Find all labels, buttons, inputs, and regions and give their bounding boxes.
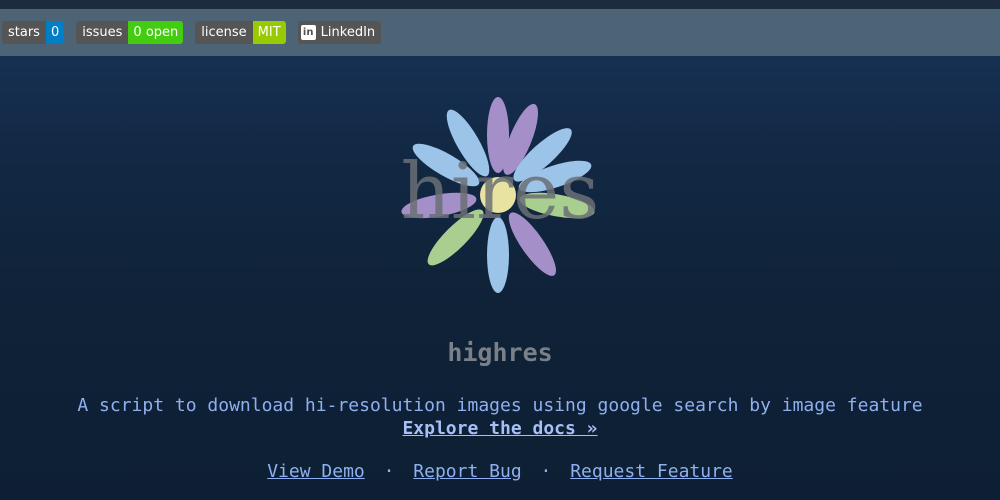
issues-badge-value: 0 open	[128, 21, 184, 44]
stars-badge-label: stars	[2, 21, 46, 44]
link-separator: ·	[383, 461, 395, 482]
issues-badge-label: issues	[76, 21, 129, 44]
view-demo-link[interactable]: View Demo	[267, 461, 365, 482]
license-badge[interactable]: license MIT	[195, 21, 286, 44]
project-logo[interactable]: hires	[385, 88, 615, 298]
project-description: A script to download hi-resolution image…	[77, 395, 923, 416]
linkedin-badge[interactable]: in LinkedIn	[297, 21, 382, 44]
badge-bar: stars 0 issues 0 open license MIT in Lin…	[0, 9, 1000, 56]
report-bug-link[interactable]: Report Bug	[413, 461, 521, 482]
stars-badge-value: 0	[45, 21, 65, 44]
license-badge-value: MIT	[252, 21, 286, 44]
logo-text: hires	[401, 147, 600, 237]
action-links: View Demo · Report Bug · Request Feature	[0, 461, 1000, 482]
docs-link-row: Explore the docs »	[0, 418, 1000, 439]
license-badge-label: license	[195, 21, 253, 44]
top-strip	[0, 0, 1000, 9]
link-separator: ·	[540, 461, 552, 482]
linkedin-icon: in	[300, 25, 316, 40]
request-feature-link[interactable]: Request Feature	[570, 461, 733, 482]
stars-badge[interactable]: stars 0	[2, 21, 65, 44]
issues-badge[interactable]: issues 0 open	[76, 21, 184, 44]
linkedin-badge-label: LinkedIn	[320, 25, 376, 40]
project-title: highres	[447, 338, 553, 367]
explore-docs-link[interactable]: Explore the docs »	[402, 418, 597, 439]
